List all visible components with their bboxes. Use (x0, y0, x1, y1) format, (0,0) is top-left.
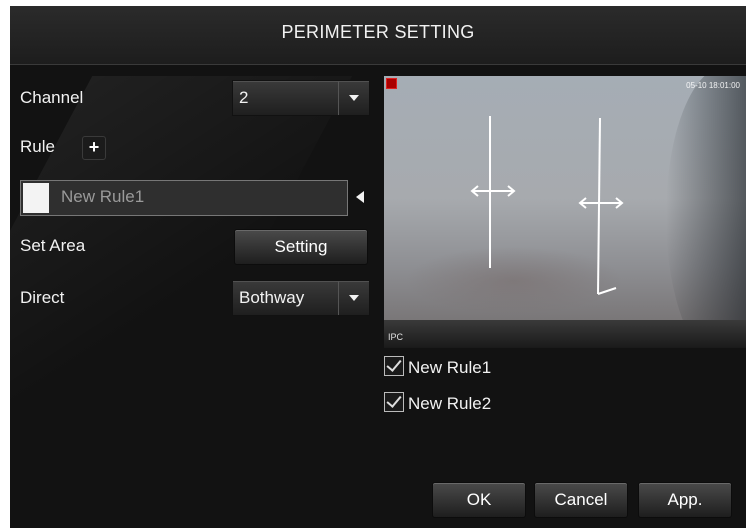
rule-line-1 (470, 116, 516, 268)
set-area-label: Set Area (20, 236, 86, 255)
rule-list-label-2: New Rule2 (408, 394, 492, 413)
rule-name-field[interactable]: New Rule1 (20, 180, 348, 216)
dropdown-arrow-icon[interactable] (338, 81, 369, 115)
dialog-title: PERIMETER SETTING (281, 22, 475, 42)
rule-lines-overlay (470, 116, 624, 295)
cancel-button[interactable]: Cancel (534, 482, 628, 518)
rule-list-item-1[interactable]: New Rule1 (384, 356, 491, 378)
rule-color-swatch[interactable] (23, 183, 49, 213)
rule-list-item-2[interactable]: New Rule2 (384, 392, 491, 414)
setting-button[interactable]: Setting (234, 229, 368, 265)
rule-line-2 (578, 117, 624, 295)
add-rule-button[interactable]: + (82, 136, 106, 160)
rule-label: Rule (20, 137, 55, 156)
checkbox-icon[interactable] (384, 392, 404, 412)
channel-label: Channel (20, 88, 84, 107)
channel-select[interactable]: 2 (232, 80, 370, 116)
direct-label: Direct (20, 288, 65, 307)
apply-button[interactable]: App. (638, 482, 732, 518)
direct-select[interactable]: Bothway (232, 280, 370, 316)
collapse-arrow-icon[interactable] (356, 191, 364, 203)
rule-list-label-1: New Rule1 (408, 358, 492, 377)
title-bar: PERIMETER SETTING (10, 6, 746, 65)
rule-name-value: New Rule1 (61, 187, 145, 206)
direct-value: Bothway (239, 288, 305, 307)
add-icon: + (88, 137, 100, 157)
checkbox-icon[interactable] (384, 356, 404, 376)
dropdown-arrow-icon[interactable] (338, 281, 369, 315)
camera-preview[interactable]: 05-10 18:01:00 IPC (384, 76, 746, 348)
ok-button[interactable]: OK (432, 482, 526, 518)
perimeter-setting-dialog: PERIMETER SETTING Channel 2 Rule + New R… (10, 6, 746, 528)
channel-value: 2 (239, 88, 249, 107)
